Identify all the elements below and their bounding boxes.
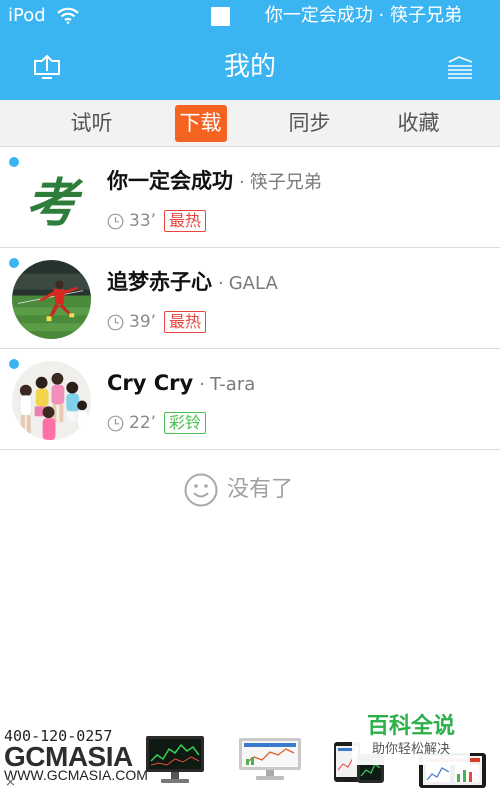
song-title: 你一定会成功: [107, 169, 233, 193]
wifi-icon: [57, 7, 79, 24]
watermark-logo: 百科全说 助你轻松解决: [352, 710, 470, 765]
cover-group-photo: [12, 361, 91, 440]
page-title: 我的: [223, 52, 276, 82]
song-title-line: Cry Cry · T-ara: [107, 369, 255, 399]
end-of-list: 没有了: [184, 472, 293, 508]
separator: ·: [199, 374, 205, 395]
smiley-icon: [184, 473, 218, 507]
now-playing-label: 你一定会成功 · 筷子兄弟: [264, 5, 462, 26]
status-bar: iPod 你一定会成功 · 筷子兄弟: [0, 0, 500, 34]
song-row[interactable]: Cry Cry · T-ara 22’ 彩铃: [0, 349, 500, 450]
song-row[interactable]: 追梦赤子心 · GALA 39’ 最热: [0, 248, 500, 349]
song-title-line: 追梦赤子心 · GALA: [107, 268, 278, 298]
separator: ·: [239, 172, 245, 193]
playlist-icon: [448, 56, 473, 79]
song-meta: 39’ 最热: [107, 310, 207, 334]
album-cover: 考: [12, 159, 91, 238]
album-cover: [12, 260, 91, 339]
cover-soccer-image: [12, 260, 91, 339]
song-duration: 33’: [129, 211, 157, 231]
ad-close-button[interactable]: ×: [5, 776, 16, 789]
tab-sync[interactable]: 同步: [255, 100, 364, 146]
hot-badge: 最热: [164, 311, 207, 333]
web-monitor-image: [239, 738, 301, 780]
unread-dot: [9, 359, 19, 369]
unread-dot: [9, 258, 19, 268]
tab-label: 收藏: [397, 110, 440, 135]
song-meta: 33’ 最热: [107, 209, 207, 233]
carrier-label: iPod: [8, 5, 46, 26]
cover-calligraphy: 考: [25, 173, 78, 234]
separator: ·: [218, 273, 224, 294]
song-title: Cry Cry: [107, 371, 194, 395]
song-duration: 22’: [129, 413, 157, 433]
clock-icon: [107, 213, 124, 229]
stop-icon: [211, 7, 230, 26]
song-artist: GALA: [228, 273, 278, 294]
song-title: 追梦赤子心: [107, 270, 212, 294]
tab-favorites[interactable]: 收藏: [364, 100, 473, 146]
header: 我的: [0, 34, 500, 100]
desktop-monitor-image: [146, 736, 204, 783]
tab-label: 试听: [70, 110, 113, 135]
clock-icon: [107, 314, 124, 330]
hot-badge: 最热: [164, 210, 207, 232]
song-artist: T-ara: [209, 374, 256, 395]
tab-label: 下载: [174, 104, 227, 142]
watermark-subtitle: 助你轻松解决: [371, 742, 450, 757]
end-of-list-text: 没有了: [227, 477, 294, 502]
song-duration: 39’: [129, 312, 157, 332]
song-meta: 22’ 彩铃: [107, 411, 207, 435]
playlist-button[interactable]: [445, 52, 475, 82]
watermark-title: 百科全说: [366, 714, 455, 739]
tab-download[interactable]: 下载: [146, 100, 255, 146]
tab-label: 同步: [288, 110, 331, 135]
song-artist: 筷子兄弟: [249, 172, 322, 193]
song-title-line: 你一定会成功 · 筷子兄弟: [107, 167, 322, 197]
ad-website: WWW.GCMASIA.COM: [4, 767, 148, 783]
clock-icon: [107, 415, 124, 431]
album-cover: [12, 361, 91, 440]
tab-audition[interactable]: 试听: [37, 100, 146, 146]
ringtone-badge: 彩铃: [164, 412, 207, 434]
tab-bar: 试听 下载 同步 收藏: [0, 100, 500, 147]
song-row[interactable]: 考 你一定会成功 · 筷子兄弟 33’ 最热: [0, 147, 500, 248]
